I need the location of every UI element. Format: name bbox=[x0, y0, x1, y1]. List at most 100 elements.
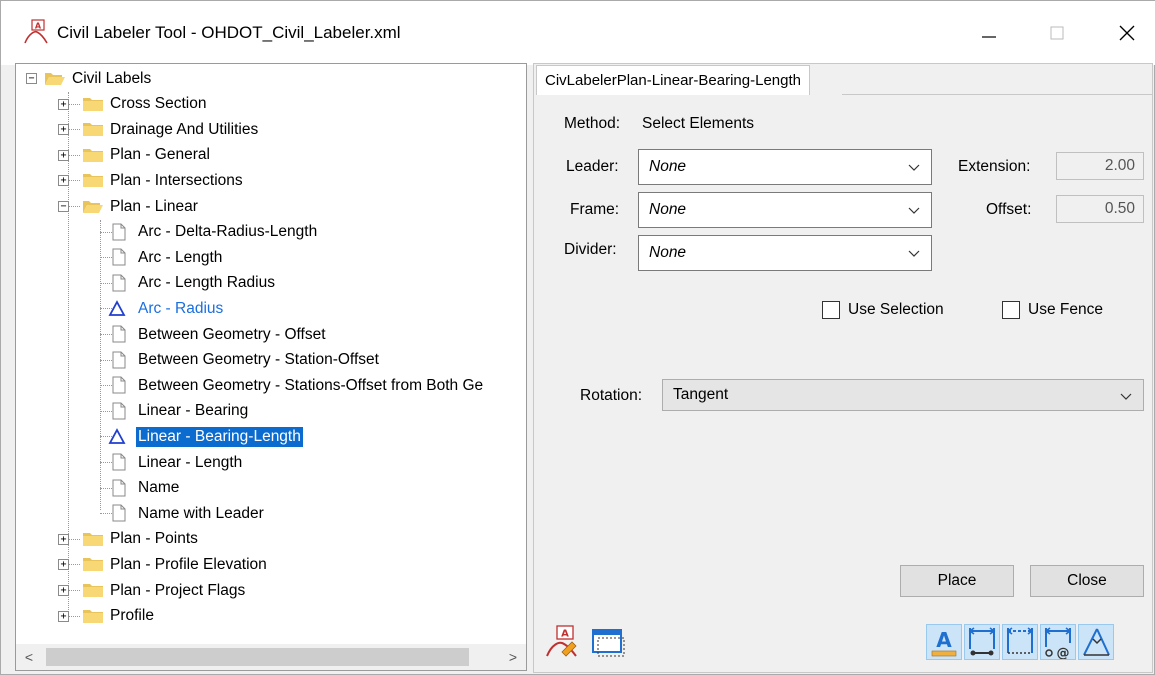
use-selection-label[interactable]: Use Selection bbox=[848, 301, 944, 319]
tree-folder[interactable]: + Plan - Points bbox=[58, 527, 200, 552]
label-tree[interactable]: − Civil Labels + Cross Section + Drainage A… bbox=[15, 63, 527, 671]
tree-label: Plan - Intersections bbox=[110, 171, 243, 189]
tree-label: Arc - Delta-Radius-Length bbox=[138, 223, 318, 241]
tree-item[interactable]: Between Geometry - Station-Offset bbox=[90, 348, 381, 373]
document-icon bbox=[112, 376, 126, 394]
tree-item[interactable]: Linear - Bearing bbox=[90, 399, 250, 424]
rotation-leader-tool-button[interactable] bbox=[1078, 624, 1114, 660]
horizontal-scrollbar[interactable]: < > bbox=[16, 644, 526, 670]
tree-folder[interactable]: + Plan - Profile Elevation bbox=[58, 552, 269, 577]
tree-guide-line bbox=[68, 180, 80, 182]
tree-folder[interactable]: + Plan - Intersections bbox=[58, 168, 245, 193]
tree-guide-line bbox=[100, 359, 112, 361]
frame-dropdown[interactable]: None bbox=[638, 192, 932, 228]
tree-item[interactable]: Linear - Length bbox=[90, 450, 244, 475]
window-title: Civil Labeler Tool - OHDOT_Civil_Labeler… bbox=[57, 23, 401, 42]
minimize-icon bbox=[982, 36, 996, 38]
tree-guide-line bbox=[100, 334, 112, 335]
scrollbar-thumb[interactable] bbox=[46, 648, 469, 666]
scroll-left-icon[interactable]: < bbox=[20, 648, 38, 666]
tree-item[interactable]: Name bbox=[90, 476, 181, 501]
close-button-label: Close bbox=[1067, 572, 1107, 589]
tree-guide-line bbox=[100, 257, 112, 259]
tree-item[interactable]: Arc - Length Radius bbox=[90, 271, 277, 296]
collapse-icon[interactable]: − bbox=[58, 201, 69, 212]
document-icon bbox=[112, 351, 126, 369]
tree-item[interactable]: Arc - Radius bbox=[90, 296, 225, 321]
expand-icon[interactable]: + bbox=[58, 149, 69, 161]
tree-label: Linear - Bearing-Length bbox=[136, 426, 303, 447]
minimize-button[interactable] bbox=[967, 13, 1011, 53]
text-label-tool-button[interactable]: A bbox=[926, 624, 962, 660]
method-value: Select Elements bbox=[642, 115, 754, 132]
tree-guide-line bbox=[100, 462, 112, 463]
document-icon bbox=[112, 402, 126, 420]
rotation-leader-icon bbox=[1083, 628, 1110, 656]
rotation-dropdown[interactable]: Tangent bbox=[662, 379, 1144, 411]
tree-folder[interactable]: + Drainage And Utilities bbox=[58, 117, 260, 142]
use-fence-label[interactable]: Use Fence bbox=[1028, 301, 1103, 319]
civil-labeler-app-icon: A bbox=[24, 19, 48, 44]
tree-folder[interactable]: + Cross Section bbox=[58, 92, 208, 117]
tree-guide-line bbox=[68, 206, 80, 207]
tree-item-civil-labels[interactable]: − Civil Labels bbox=[26, 66, 153, 91]
tree-folder[interactable]: + Profile bbox=[58, 604, 156, 629]
tree-guide-line bbox=[68, 103, 80, 105]
dimension-frame-tool-button[interactable] bbox=[1002, 624, 1038, 660]
tree-label: Plan - Project Flags bbox=[110, 581, 246, 599]
close-button[interactable]: Close bbox=[1030, 565, 1144, 597]
select-window-icon[interactable] bbox=[590, 624, 626, 660]
use-fence-checkbox[interactable] bbox=[1002, 301, 1020, 319]
dimension-at-icon: @ bbox=[1044, 627, 1072, 661]
text-label-icon: A bbox=[931, 628, 957, 657]
tree-label: Arc - Length Radius bbox=[138, 274, 275, 292]
tree-label: Plan - Linear bbox=[110, 197, 198, 215]
dimension-at-tool-button[interactable]: @ bbox=[1040, 624, 1076, 661]
tree-folder[interactable]: − Plan - Linear bbox=[58, 194, 200, 219]
place-button[interactable]: Place bbox=[900, 565, 1014, 597]
extension-field[interactable]: 2.00 bbox=[1056, 152, 1144, 180]
frame-label: Frame: bbox=[570, 201, 620, 218]
scroll-right-icon[interactable]: > bbox=[504, 648, 522, 666]
labeler-tool-icon[interactable]: A bbox=[544, 624, 580, 660]
close-window-button[interactable] bbox=[1105, 13, 1149, 53]
collapse-icon[interactable]: − bbox=[26, 73, 37, 84]
tree-guide-line bbox=[68, 615, 80, 617]
divider-dropdown[interactable]: None bbox=[638, 235, 932, 271]
tree-item[interactable]: Linear - Bearing-Length bbox=[90, 424, 303, 449]
tree-label: Between Geometry - Station-Offset bbox=[138, 351, 379, 369]
use-selection-checkbox[interactable] bbox=[822, 301, 840, 319]
tree-guide-line bbox=[100, 513, 112, 515]
tree-item[interactable]: Between Geometry - Offset bbox=[90, 322, 328, 347]
tree-label: Drainage And Utilities bbox=[110, 120, 259, 138]
expand-icon[interactable]: + bbox=[58, 610, 69, 622]
title-bar: A Civil Labeler Tool - OHDOT_Civil_Label… bbox=[1, 1, 1155, 65]
folder-icon bbox=[83, 558, 103, 572]
tree-item[interactable]: Between Geometry - Stations-Offset from … bbox=[90, 373, 485, 398]
offset-field[interactable]: 0.50 bbox=[1056, 195, 1144, 223]
tree-item[interactable]: Arc - Delta-Radius-Length bbox=[90, 220, 319, 245]
svg-text:A: A bbox=[35, 22, 42, 31]
civil-labeler-window: A Civil Labeler Tool - OHDOT_Civil_Label… bbox=[0, 0, 1155, 675]
dimension-leader-icon bbox=[968, 627, 996, 656]
expand-icon[interactable]: + bbox=[58, 585, 69, 596]
expand-icon[interactable]: + bbox=[58, 175, 69, 187]
expand-icon[interactable]: + bbox=[58, 98, 69, 110]
maximize-button[interactable] bbox=[1035, 13, 1079, 53]
folder-icon bbox=[83, 174, 103, 188]
tree-folder[interactable]: + Plan - Project Flags bbox=[58, 578, 247, 603]
maximize-icon bbox=[1050, 26, 1064, 40]
folder-icon bbox=[83, 123, 103, 137]
tree-item[interactable]: Name with Leader bbox=[90, 501, 266, 526]
tree-item[interactable]: Arc - Length bbox=[90, 245, 224, 270]
leader-dropdown[interactable]: None bbox=[638, 149, 932, 185]
tab-label-definition[interactable]: CivLabelerPlan-Linear-Bearing-Length bbox=[536, 65, 810, 95]
tree-guide-line bbox=[100, 282, 112, 284]
divider-label: Divider: bbox=[564, 241, 617, 258]
tree-folder[interactable]: + Plan - General bbox=[58, 143, 212, 168]
dimension-leader-tool-button[interactable] bbox=[964, 624, 1000, 660]
expand-icon[interactable]: + bbox=[58, 124, 69, 136]
expand-icon[interactable]: + bbox=[58, 559, 69, 571]
tree-label: Linear - Bearing bbox=[138, 402, 249, 420]
expand-icon[interactable]: + bbox=[58, 533, 69, 545]
